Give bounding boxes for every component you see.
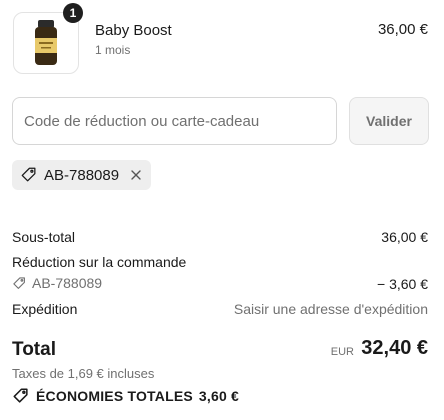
order-discount-code: AB-788089	[12, 275, 102, 291]
applied-code-text: AB-788089	[44, 166, 120, 184]
tag-icon	[13, 388, 28, 403]
tag-icon	[13, 276, 25, 289]
quantity-badge: 1	[63, 3, 83, 23]
product-variant: 1 mois	[95, 43, 131, 57]
total-label: Total	[12, 339, 56, 360]
tag-icon	[21, 167, 36, 182]
subtotal-label: Sous-total	[12, 229, 76, 245]
supplement-bottle-icon	[35, 20, 57, 65]
close-icon[interactable]	[129, 168, 143, 182]
total-savings: ÉCONOMIES TOTALES 3,60 €	[12, 387, 239, 405]
total-currency: EUR	[330, 346, 354, 358]
discount-code-input[interactable]	[12, 97, 337, 145]
order-discount-label: Réduction sur la commande	[12, 254, 187, 270]
savings-value: 3,60 €	[198, 388, 240, 404]
applied-code-chip: AB-788089	[12, 160, 152, 190]
order-discount-value: − 3,60 €	[377, 276, 428, 292]
order-summary: 1 Baby Boost 1 mois 36,00 € Valider AB-7…	[0, 0, 444, 420]
total-value: 32,40 €	[361, 337, 428, 359]
apply-discount-button[interactable]: Valider	[349, 97, 429, 145]
product-name: Baby Boost	[95, 22, 172, 39]
subtotal-value: 36,00 €	[381, 229, 428, 245]
tax-note: Taxes de 1,69 € incluses	[12, 366, 155, 381]
shipping-value: Saisir une adresse d'expédition	[233, 301, 428, 317]
savings-label: ÉCONOMIES TOTALES	[36, 388, 193, 404]
shipping-label: Expédition	[12, 301, 78, 317]
product-price: 36,00 €	[377, 21, 428, 38]
order-discount-code-text: AB-788089	[32, 275, 103, 291]
